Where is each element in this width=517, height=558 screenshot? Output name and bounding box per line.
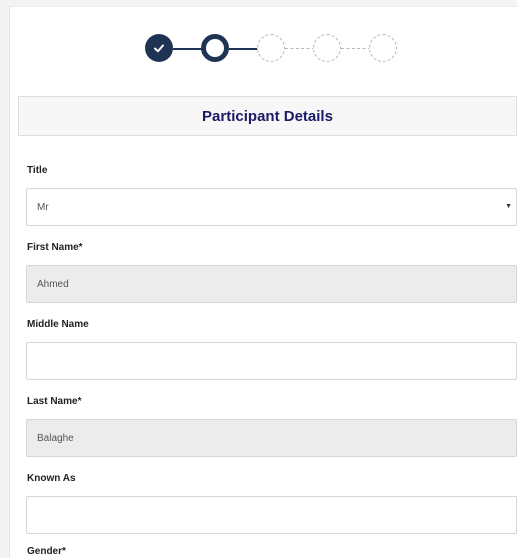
- check-icon: [154, 44, 164, 53]
- middle-name-field[interactable]: [26, 342, 517, 380]
- section-title: Participant Details: [18, 96, 517, 136]
- middle-name-label: Middle Name: [27, 319, 89, 330]
- step-2-current: [201, 34, 229, 62]
- stepper-connector-3: [285, 48, 315, 49]
- title-select[interactable]: Mr ▼: [26, 188, 517, 226]
- stepper-connector-2: [229, 48, 259, 50]
- stepper-connector-4: [341, 48, 371, 49]
- progress-stepper: [0, 0, 517, 96]
- known-as-label: Known As: [27, 473, 76, 484]
- stepper-connector-1: [173, 48, 203, 50]
- step-1-completed: [145, 34, 173, 62]
- step-5-pending: [369, 34, 397, 62]
- known-as-field[interactable]: [26, 496, 517, 534]
- first-name-field[interactable]: Ahmed: [26, 265, 517, 303]
- last-name-label: Last Name*: [27, 396, 82, 407]
- step-3-pending: [257, 34, 285, 62]
- chevron-down-icon: ▼: [505, 203, 512, 210]
- title-select-value: Mr: [37, 201, 49, 213]
- last-name-field[interactable]: Balaghe: [26, 419, 517, 457]
- last-name-value: Balaghe: [37, 432, 74, 444]
- step-4-pending: [313, 34, 341, 62]
- first-name-label: First Name*: [27, 242, 83, 253]
- title-label: Title: [27, 165, 48, 176]
- first-name-value: Ahmed: [37, 278, 69, 290]
- gender-label: Gender*: [27, 546, 66, 557]
